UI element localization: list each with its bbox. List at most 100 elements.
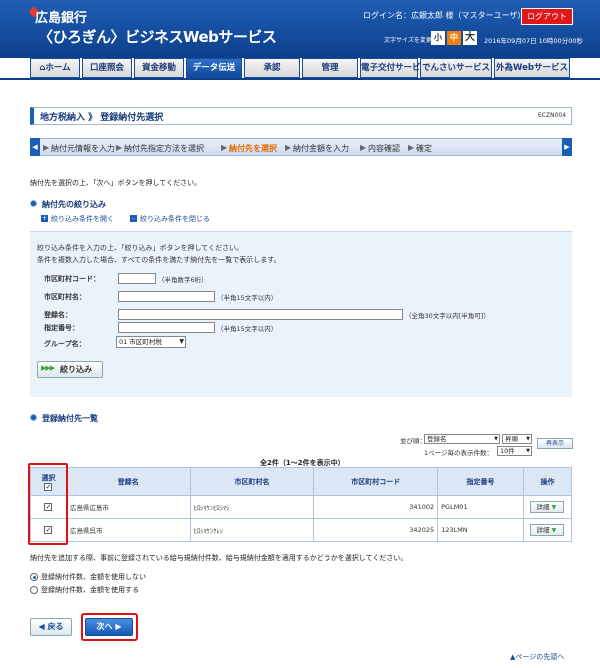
triple-arrow-icon: ▶▶▶ (41, 364, 55, 372)
select-column-highlight (28, 463, 68, 545)
nav-forex[interactable]: 外為Webサービス (494, 58, 570, 78)
radio-use-label: 登録納付件数、金額を使用する (41, 586, 139, 594)
font-size-medium-button[interactable]: 中 (447, 31, 461, 45)
col-registered-name: 登録名 (65, 467, 191, 496)
close-filter-link[interactable]: 絞り込み条件を閉じる (140, 214, 210, 224)
table-row: ✓ 広島県呉市 ﾋﾛｼﾏｹﾝｸﾚｼ 342025 123LMN 詳細 ▼ (30, 518, 573, 542)
nav-underline (0, 78, 600, 80)
step-separator-icon: ▶ (43, 143, 50, 152)
city-name-label: 市区町村名： (44, 293, 86, 301)
dropdown-triangle-icon: ▼ (551, 504, 557, 511)
dropdown-triangle-icon: ▼ (551, 527, 557, 534)
page-top-link[interactable]: ▲ページの先頭へ (510, 652, 564, 662)
nav-e-delivery[interactable]: 電子交付サービス (360, 58, 429, 78)
step-separator-icon: ▶ (285, 143, 292, 152)
bank-name: 広島銀行 (35, 11, 88, 26)
logout-button[interactable]: ログアウト (521, 8, 573, 25)
font-size-label: 文字サイズを変更 (384, 37, 432, 44)
global-nav: ⌂ホーム 口座照会 資金移動 データ伝送 承認 管理 電子交付サービス でんさい… (30, 58, 570, 78)
step-3-current: 納付先を選択 (229, 144, 277, 153)
sort-order-select[interactable]: 昇順 ▼ (502, 434, 532, 444)
step-6: 確定 (416, 144, 432, 153)
next-button-highlight (81, 613, 138, 641)
col-designation-number: 指定番号 (437, 467, 524, 496)
action-cell: 詳細 ▼ (522, 495, 573, 519)
designation-number-label: 指定番号： (44, 324, 79, 332)
nav-home[interactable]: ⌂ホーム (30, 58, 80, 78)
registered-name-cell: 広島県広島市 (65, 495, 191, 519)
filter-help-2: 条件を複数入力した場合、すべての条件を満たす納付先を一覧で表示します。 (37, 256, 281, 264)
detail-button[interactable]: 詳細 ▼ (530, 501, 565, 513)
city-name-cell: ﾋﾛｼﾏｹﾝｸﾚｼ (189, 518, 315, 542)
detail-button[interactable]: 詳細 ▼ (530, 524, 565, 536)
sort-label: 並び順： (400, 437, 426, 445)
city-code-cell: 341002 (313, 495, 439, 519)
chevron-down-icon: ▼ (494, 436, 498, 442)
chevron-down-icon: ▼ (526, 436, 530, 442)
steps-left-arrow-icon[interactable]: ◀ (30, 138, 40, 156)
city-code-label: 市区町村コード： (44, 275, 100, 283)
designation-number-cell: PGLM01 (437, 495, 524, 519)
group-name-label: グループ名： (44, 340, 86, 348)
redisplay-button[interactable]: 再表示 (537, 438, 573, 449)
section-bullet-icon (30, 414, 37, 421)
step-2: 納付先指定方法を選択 (124, 144, 204, 153)
designation-number-input[interactable] (118, 322, 215, 333)
nav-approval[interactable]: 承認 (244, 58, 300, 78)
nav-data-transmission[interactable]: データ伝送 (186, 58, 242, 78)
font-size-small-button[interactable]: 小 (431, 31, 445, 45)
instruction-text: 納付先を選択の上、「次へ」ボタンを押してください。 (30, 179, 202, 187)
font-size-large-button[interactable]: 大 (463, 31, 477, 45)
registered-name-cell: 広島県呉市 (65, 518, 191, 542)
current-datetime: 2016年09月07日 10時00分00秒 (484, 37, 583, 45)
radio-use[interactable] (30, 586, 38, 594)
nav-account-inquiry[interactable]: 口座照会 (82, 58, 132, 78)
step-separator-icon: ▶ (360, 143, 367, 152)
nav-densai[interactable]: でんさいサービス (420, 58, 492, 78)
payee-table: 選択 ✓ 登録名 市区町村名 市区町村コード 指定番号 操作 ✓ 広島県広島市 … (30, 467, 573, 542)
registered-name-input[interactable] (118, 309, 403, 320)
city-code-hint: （半角数字6桁） (158, 276, 208, 284)
collapse-icon: - (130, 215, 137, 222)
screen-id: ECZN004 (538, 112, 567, 119)
section-bullet-icon (30, 200, 37, 207)
city-name-input[interactable] (118, 291, 215, 302)
step-4: 納付金額を入力 (293, 144, 349, 153)
apply-note: 納付先を追加する際、事前に登録されている給与規納付件数、給与規納付金額を適用する… (30, 554, 408, 562)
back-button[interactable]: ◀ 戻る (30, 618, 72, 636)
step-1: 納付元情報を入力 (51, 144, 115, 153)
col-action: 操作 (522, 467, 573, 496)
table-row: ✓ 広島県広島市 ﾋﾛｼﾏｹﾝﾋﾛｼﾏｼ 341002 PGLM01 詳細 ▼ (30, 495, 573, 519)
login-name: ログイン名：広銀太郎 様（マスターユーザ） (363, 11, 526, 20)
col-city-code: 市区町村コード (313, 467, 439, 496)
steps-right-arrow-icon[interactable]: ▶ (562, 138, 572, 156)
open-filter-link[interactable]: 絞り込み条件を開く (51, 214, 114, 224)
nav-management[interactable]: 管理 (302, 58, 358, 78)
filter-help-1: 絞り込み条件を入力の上、「絞り込み」ボタンを押してください。 (37, 244, 244, 252)
designation-number-hint: （半角15文字以内） (217, 325, 278, 333)
list-heading: 登録納付先一覧 (42, 414, 98, 423)
action-cell: 詳細 ▼ (522, 518, 573, 542)
per-page-label: 1ページ毎の表示件数： (424, 449, 494, 457)
group-name-select[interactable]: 01 市区町村税 ▼ (116, 336, 186, 348)
city-name-cell: ﾋﾛｼﾏｹﾝﾋﾛｼﾏｼ (189, 495, 315, 519)
radio-do-not-use[interactable] (30, 573, 38, 581)
table-header-row: 選択 ✓ 登録名 市区町村名 市区町村コード 指定番号 操作 (30, 467, 573, 496)
city-code-input[interactable] (118, 273, 156, 284)
service-name: 〈ひろぎん〉ビジネスWebサービス (38, 28, 277, 46)
step-separator-icon: ▶ (116, 143, 123, 152)
chevron-down-icon: ▼ (526, 448, 530, 454)
filter-heading: 納付先の絞り込み (42, 200, 106, 209)
sort-key-select[interactable]: 登録名 ▼ (424, 434, 500, 444)
city-name-hint: （半角15文字以内） (217, 294, 278, 302)
nav-fund-transfer[interactable]: 資金移動 (134, 58, 184, 78)
registered-name-hint: （全角30文字以内[半角可]） (405, 312, 490, 320)
per-page-select[interactable]: 10件 ▼ (497, 446, 532, 456)
page-title: 地方税納入 》 登録納付先選択 (40, 113, 164, 123)
designation-number-cell: 123LMN (437, 518, 524, 542)
chevron-down-icon: ▼ (179, 338, 184, 345)
step-separator-icon: ▶ (408, 143, 415, 152)
step-separator-icon: ▶ (221, 143, 228, 152)
step-5: 内容確認 (368, 144, 400, 153)
expand-icon: + (41, 215, 48, 222)
